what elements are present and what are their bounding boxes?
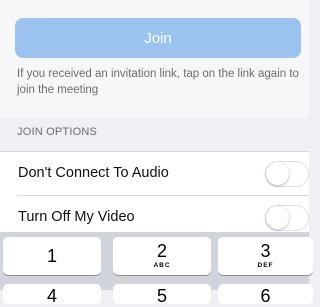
option-row-audio[interactable]: Don't Connect To Audio <box>0 151 309 196</box>
join-button-label: Join <box>144 29 172 47</box>
section-header-join-options: JOIN OPTIONS <box>17 126 98 138</box>
key-4[interactable]: 4 <box>3 284 101 306</box>
option-label-audio: Don't Connect To Audio <box>18 165 169 181</box>
toggle-knob <box>266 162 289 185</box>
video-toggle[interactable] <box>265 205 309 231</box>
key-number: 4 <box>46 286 57 306</box>
key-2[interactable]: 2 ABC <box>113 237 211 275</box>
key-letters: ABC <box>153 262 171 269</box>
key-1[interactable]: 1 <box>3 237 101 275</box>
numeric-keyboard: 1 2 ABC 3 DEF 4 5 6 <box>0 232 313 306</box>
key-number: 5 <box>156 286 167 306</box>
key-6[interactable]: 6 <box>218 284 313 306</box>
key-3[interactable]: 3 DEF <box>218 237 313 275</box>
option-label-video: Turn Off My Video <box>18 209 135 225</box>
key-letters: DEF <box>257 262 274 269</box>
key-5[interactable]: 5 <box>113 284 211 306</box>
key-number: 1 <box>46 246 57 266</box>
join-panel: Join If you received an invitation link,… <box>0 0 309 118</box>
join-hint-text: If you received an invitation link, tap … <box>17 68 299 96</box>
key-number: 3 <box>260 241 271 261</box>
key-number: 6 <box>260 286 271 306</box>
join-button[interactable]: Join <box>15 18 301 58</box>
key-number: 2 <box>156 241 167 261</box>
toggle-knob <box>266 206 289 229</box>
audio-toggle[interactable] <box>265 161 309 187</box>
